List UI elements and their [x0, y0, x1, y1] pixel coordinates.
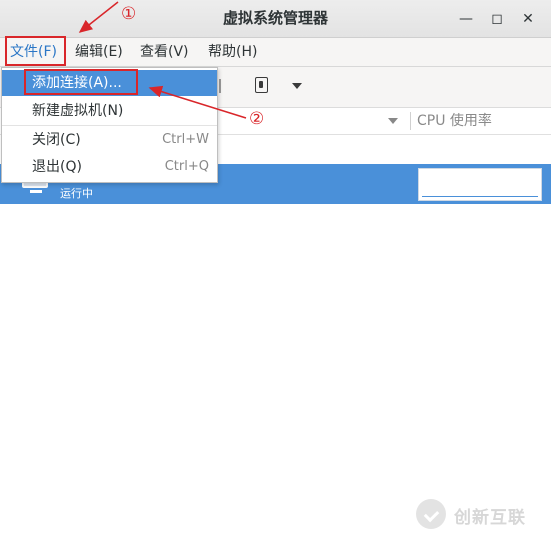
annotation-arrows	[78, 1, 247, 119]
annotation-arrow-2	[148, 85, 247, 119]
virt-manager-window: 虚拟系统管理器 — ◻ ✕ 文件(F) 编辑(E) 查看(V) 帮助(H) CP…	[0, 0, 551, 543]
annotation-arrow-1	[78, 1, 119, 33]
watermark-text: 创新互联	[454, 508, 526, 528]
annotation-step-1: ①	[121, 4, 137, 24]
watermark-logo-icon	[416, 499, 446, 529]
watermark: 创新互联	[416, 497, 546, 533]
annotation-step-2: ②	[249, 109, 265, 129]
